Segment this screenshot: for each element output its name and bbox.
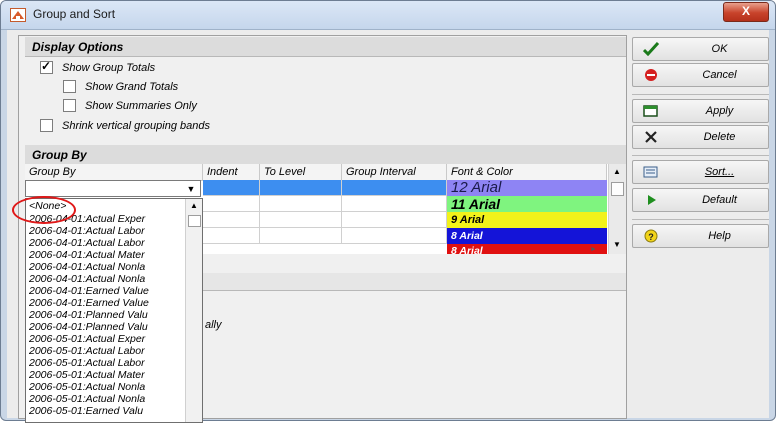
- partial-option-label: ally: [205, 319, 222, 331]
- svg-text:?: ?: [648, 232, 654, 242]
- window-title: Group and Sort: [33, 7, 116, 21]
- dropdown-option[interactable]: <None>: [29, 200, 187, 213]
- group-by-combobox[interactable]: ▼: [25, 180, 201, 197]
- grid-vertical-scrollbar[interactable]: ▲ ▼: [608, 164, 626, 254]
- indent-cell[interactable]: [203, 212, 260, 228]
- divider: [632, 155, 769, 156]
- ok-label: OK: [711, 43, 728, 55]
- checkbox[interactable]: [40, 118, 53, 132]
- checkbox[interactable]: [63, 79, 76, 93]
- divider: [632, 219, 769, 220]
- sort-icon: [643, 165, 659, 179]
- scroll-right-arrow-icon[interactable]: ►: [590, 246, 597, 253]
- to-level-cell[interactable]: [260, 196, 342, 212]
- default-label: Default: [702, 194, 737, 206]
- sort-section-header: [203, 273, 626, 291]
- delete-button[interactable]: Delete: [632, 125, 769, 149]
- column-to-level[interactable]: To Level: [260, 164, 342, 180]
- dropdown-option[interactable]: 2006-05-01:Earned Valu: [29, 405, 187, 418]
- indent-cell-selected[interactable]: [203, 180, 260, 196]
- dropdown-scrollbar[interactable]: ▲: [185, 199, 202, 422]
- grid-scroll-thumb[interactable]: [611, 182, 624, 196]
- sort-button[interactable]: Sort...: [632, 160, 769, 184]
- dropdown-scroll-thumb[interactable]: [188, 215, 201, 227]
- shrink-bands-checkbox[interactable]: Shrink vertical grouping bands: [40, 118, 210, 135]
- checkbox-label: Show Summaries Only: [85, 100, 197, 112]
- button-panel: OK Cancel Apply Delete Sort... Default ?…: [632, 35, 770, 419]
- scroll-up-arrow-icon[interactable]: ▲: [190, 201, 198, 210]
- checkbox[interactable]: [63, 98, 76, 112]
- chevron-down-icon[interactable]: ▼: [184, 183, 198, 195]
- apply-icon: [643, 104, 659, 118]
- column-font-color[interactable]: Font & Color: [447, 164, 607, 180]
- group-by-header: Group By: [25, 145, 626, 165]
- group-interval-cell[interactable]: [342, 212, 447, 228]
- help-icon: ?: [643, 229, 659, 243]
- apply-button[interactable]: Apply: [632, 99, 769, 123]
- delete-label: Delete: [703, 131, 736, 143]
- app-icon: [10, 8, 26, 22]
- show-summaries-only-checkbox[interactable]: Show Summaries Only: [63, 98, 197, 115]
- indent-cell[interactable]: [203, 196, 260, 212]
- font-color-cell[interactable]: 11 Arial: [447, 196, 607, 212]
- close-button[interactable]: X: [723, 2, 769, 22]
- play-icon: [643, 193, 659, 207]
- group-interval-cell[interactable]: [342, 196, 447, 212]
- checkbox-label: Show Grand Totals: [85, 81, 179, 93]
- column-group-by[interactable]: Group By: [25, 164, 203, 180]
- help-button[interactable]: ? Help: [632, 224, 769, 248]
- to-level-cell-selected[interactable]: [260, 180, 342, 196]
- ok-button[interactable]: OK: [632, 37, 769, 61]
- font-color-cell[interactable]: 8 Arial: [447, 228, 607, 244]
- divider: [632, 94, 769, 95]
- checkbox-label: Shrink vertical grouping bands: [62, 120, 210, 132]
- checkbox-checked[interactable]: [40, 59, 53, 74]
- indent-cell[interactable]: [203, 228, 260, 244]
- to-level-cell[interactable]: [260, 212, 342, 228]
- cancel-button[interactable]: Cancel: [632, 63, 769, 87]
- group-interval-cell-selected[interactable]: [342, 180, 447, 196]
- scroll-down-arrow-icon[interactable]: ▼: [613, 240, 621, 249]
- checkbox-label: Show Group Totals: [62, 62, 156, 74]
- cancel-icon: [643, 68, 659, 82]
- font-color-cell[interactable]: 9 Arial: [447, 212, 607, 228]
- apply-label: Apply: [705, 105, 734, 117]
- to-level-cell[interactable]: [260, 228, 342, 244]
- sort-label: Sort...: [704, 166, 735, 178]
- font-color-cell[interactable]: 12 Arial: [447, 180, 607, 196]
- delete-icon: [643, 130, 659, 144]
- group-interval-cell[interactable]: [342, 228, 447, 244]
- scroll-up-arrow-icon[interactable]: ▲: [613, 167, 621, 176]
- font-color-cell[interactable]: 8 Arial: [447, 244, 607, 254]
- show-group-totals-checkbox[interactable]: Show Group Totals: [40, 59, 156, 77]
- show-grand-totals-checkbox[interactable]: Show Grand Totals: [63, 79, 179, 96]
- title-bar: Group and Sort X: [1, 1, 775, 30]
- help-label: Help: [708, 230, 731, 242]
- cancel-label: Cancel: [702, 69, 737, 81]
- checkmark-icon: [642, 41, 660, 57]
- grid-header-row: Group By Indent To Level Group Interval …: [25, 164, 607, 181]
- group-by-dropdown-list[interactable]: <None> 2006-04-01:Actual Exper 2006-04-0…: [25, 198, 203, 423]
- column-indent[interactable]: Indent: [203, 164, 260, 180]
- column-group-interval[interactable]: Group Interval: [342, 164, 447, 180]
- default-button[interactable]: Default: [632, 188, 769, 212]
- display-options-header: Display Options: [25, 37, 626, 57]
